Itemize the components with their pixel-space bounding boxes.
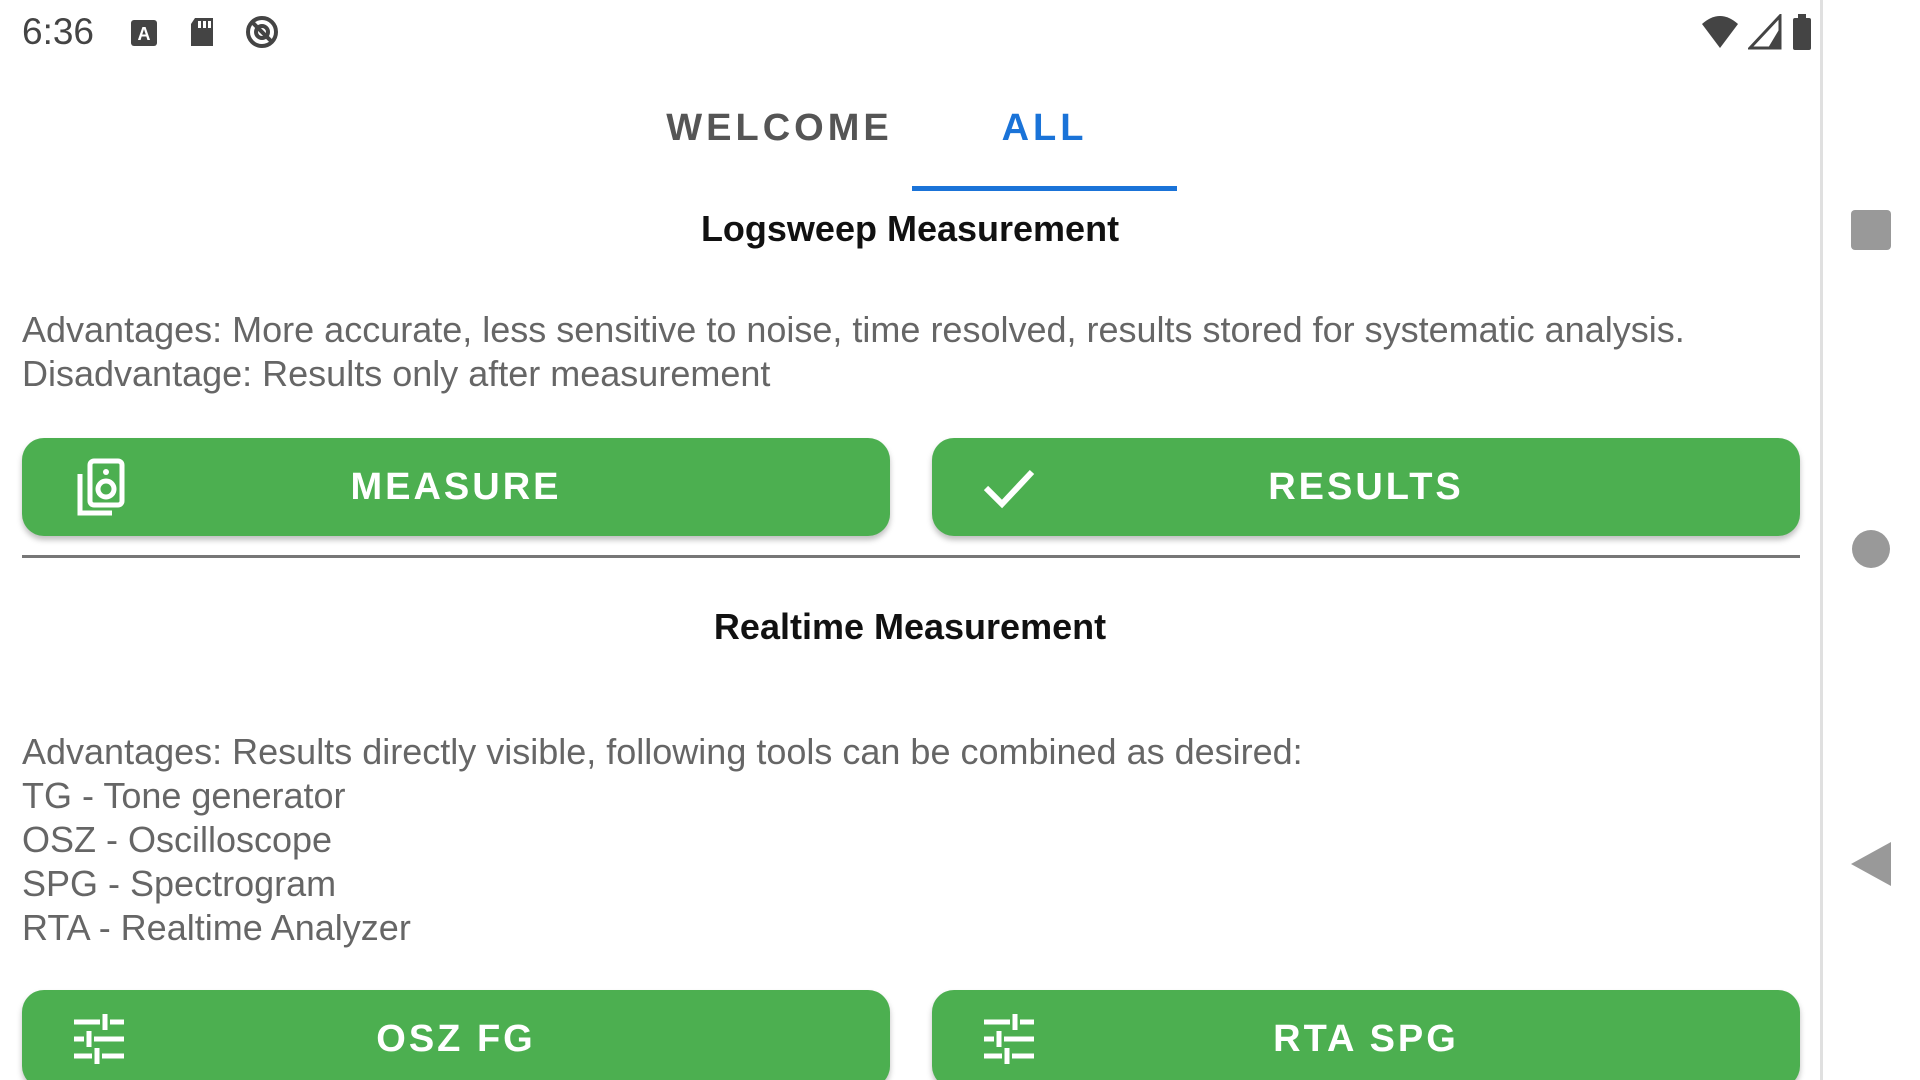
sd-card-icon [186,14,218,50]
realtime-desc-line: OSZ - Oscilloscope [22,819,333,860]
tab-all[interactable]: ALL [912,64,1177,192]
osz-fg-button-label: OSZ FG [376,1017,536,1060]
results-button-label: RESULTS [1268,465,1464,508]
measure-button-label: MEASURE [350,465,562,508]
logsweep-desc-line: Disadvantage: Results only after measure… [22,353,771,394]
tune-icon [70,1010,128,1068]
realtime-desc-line: TG - Tone generator [22,775,346,816]
battery-icon [1790,12,1814,57]
logsweep-desc-line: Advantages: More accurate, less sensitiv… [22,309,1685,350]
back-icon [1851,842,1891,886]
cell-signal-icon [1746,12,1782,55]
home-button[interactable] [1843,521,1899,577]
status-time: 6:36 [22,11,95,52]
svg-text:A: A [138,24,151,44]
screen: 6:36 A WELCOME ALL Logsweep Measurement … [0,0,1920,1080]
app-content: WELCOME ALL Logsweep Measurement Advanta… [0,64,1820,1080]
recents-icon [1851,210,1891,250]
speaker-icon [70,458,128,516]
recents-button[interactable] [1843,202,1899,258]
measure-button[interactable]: MEASURE [22,438,890,536]
results-button[interactable]: RESULTS [932,438,1800,536]
tune-icon [980,1010,1038,1068]
back-button[interactable] [1843,836,1899,892]
realtime-title: Realtime Measurement [713,606,1107,647]
keyboard-a-icon: A [128,14,160,50]
realtime-desc-line: Advantages: Results directly visible, fo… [22,731,1303,772]
status-bar: 6:36 A [0,0,1820,64]
logsweep-title: Logsweep Measurement [700,208,1120,249]
status-right-icons [1700,12,1814,57]
osz-fg-button[interactable]: OSZ FG [22,990,890,1080]
logsweep-description: Advantages: More accurate, less sensitiv… [22,308,1802,396]
wifi-icon [1700,14,1740,55]
tab-welcome[interactable]: WELCOME [647,64,912,192]
section-divider [22,555,1800,558]
navigation-bar [1820,0,1920,1080]
rta-spg-button[interactable]: RTA SPG [932,990,1800,1080]
realtime-desc-line: SPG - Spectrogram [22,863,337,904]
rta-spg-button-label: RTA SPG [1273,1017,1459,1060]
realtime-desc-line: RTA - Realtime Analyzer [22,907,411,948]
realtime-description: Advantages: Results directly visible, fo… [22,730,1802,950]
tab-bar: WELCOME ALL [0,64,1820,192]
tab-indicator [912,186,1177,191]
no-signal-icon [244,14,279,50]
home-icon [1852,530,1890,568]
check-icon [980,458,1038,516]
